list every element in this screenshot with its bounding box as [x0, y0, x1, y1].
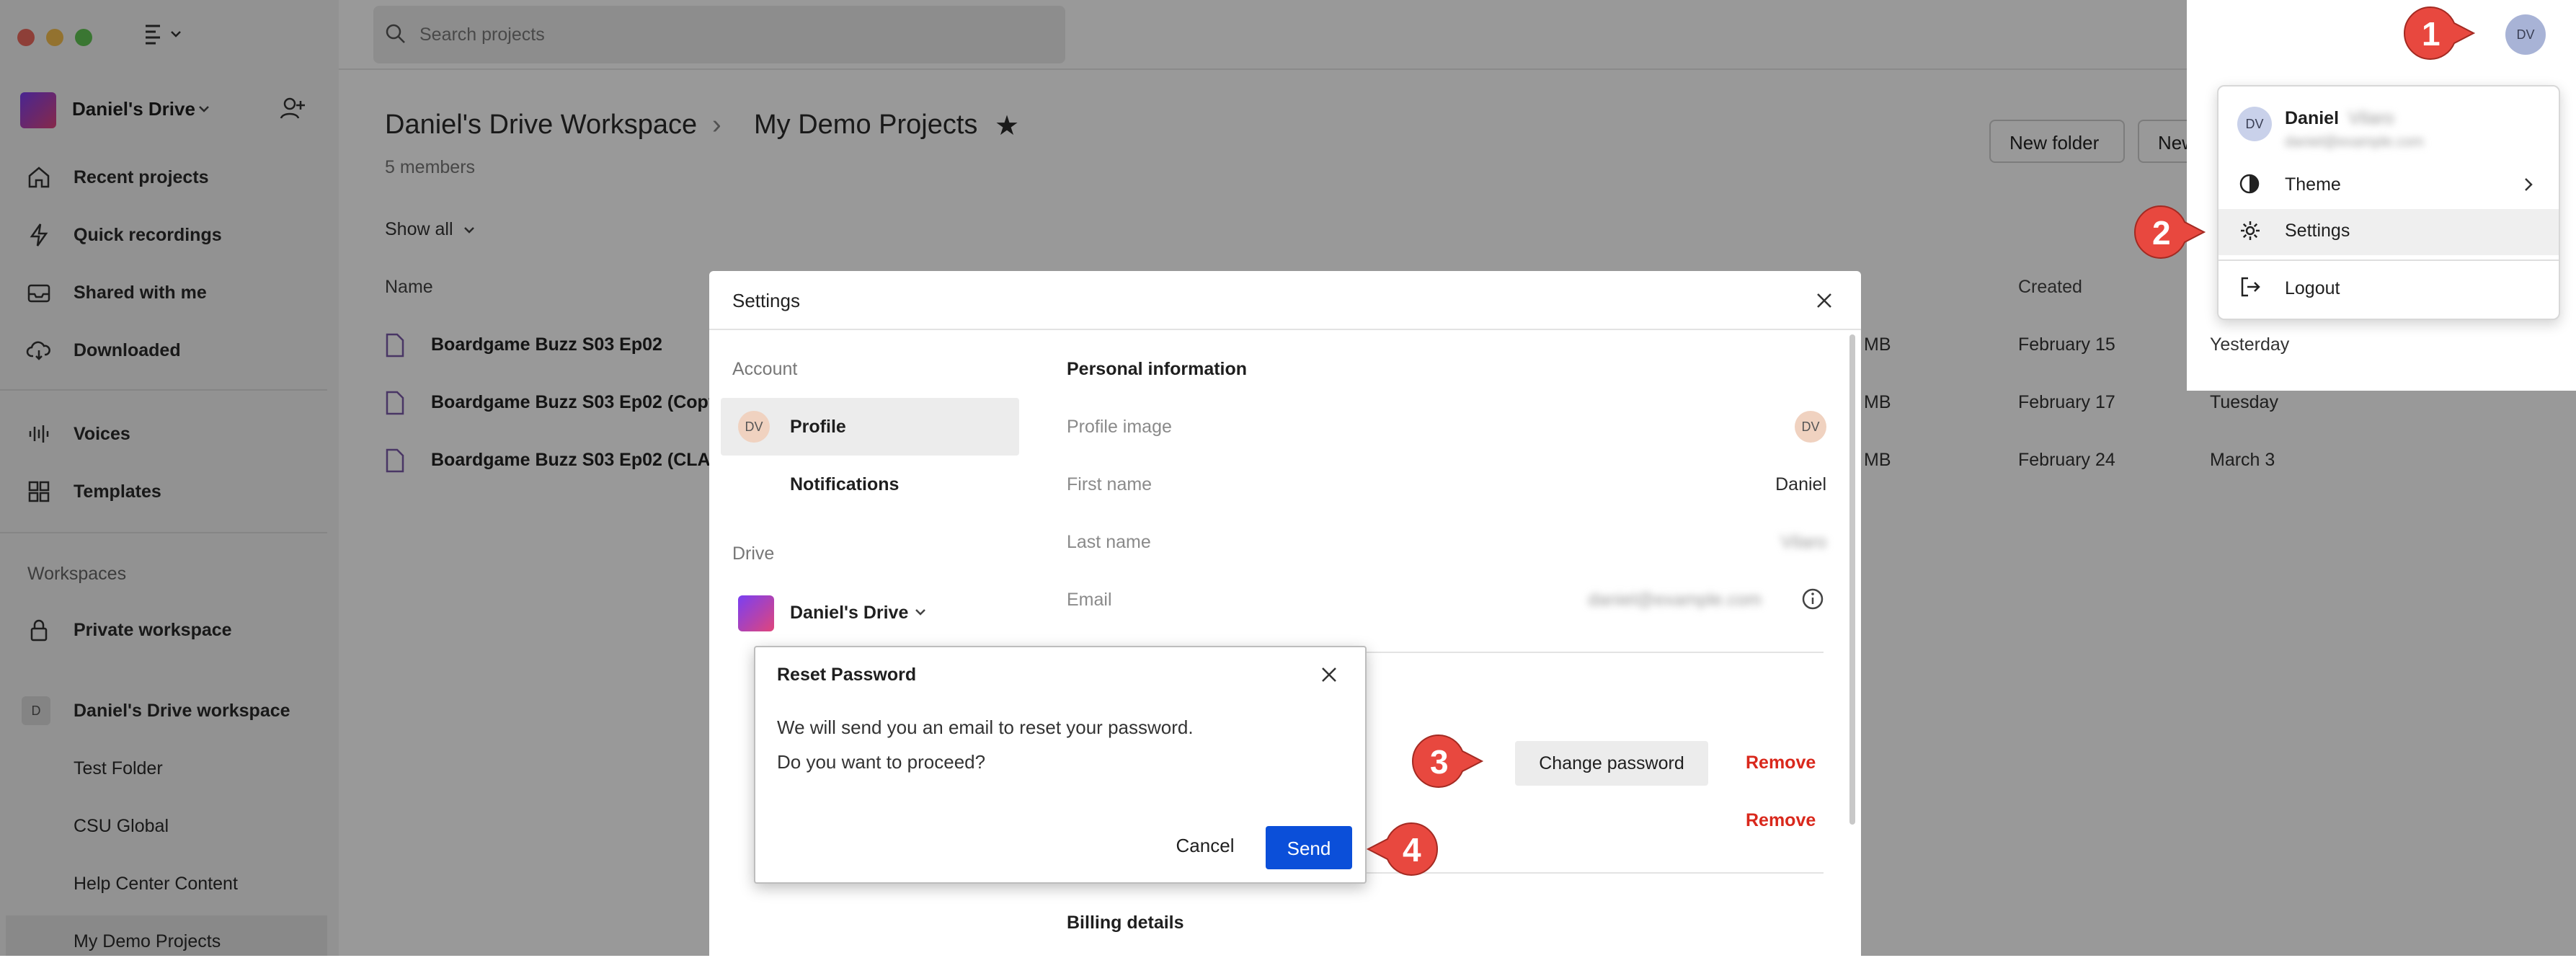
step-number: 4 [1403, 831, 1421, 869]
reset-dialog-title: Reset Password [777, 665, 917, 685]
reset-dialog-message: We will send you an email to reset your … [777, 716, 1194, 738]
cancel-button[interactable]: Cancel [1159, 825, 1251, 866]
drive-selector[interactable]: Daniel's Drive [790, 603, 908, 623]
close-icon[interactable] [1318, 663, 1341, 686]
scrollbar[interactable] [1849, 334, 1855, 825]
chevron-down-icon[interactable] [912, 604, 928, 620]
info-icon[interactable] [1800, 587, 1825, 611]
billing-heading: Billing details [1067, 913, 1184, 933]
profile-image-label: Profile image [1067, 417, 1172, 437]
step-callout-1: 1 [2403, 4, 2476, 62]
email-label: Email [1067, 590, 1112, 610]
gear-icon [2239, 219, 2262, 242]
step-callout-2: 2 [2133, 203, 2206, 261]
remove-button[interactable]: Remove [1746, 753, 1816, 773]
reset-password-dialog: Reset Password We will send you an email… [754, 646, 1367, 884]
logout-icon [2239, 275, 2262, 298]
chevron-right-icon [2520, 176, 2537, 193]
menu-item-settings[interactable]: Settings [2285, 221, 2350, 241]
step-callout-3: 3 [1411, 732, 1484, 790]
step-number: 2 [2152, 214, 2171, 252]
user-name-hidden: Vilaro [2348, 108, 2394, 128]
first-name-label: First name [1067, 474, 1152, 494]
menu-item-logout[interactable]: Logout [2285, 278, 2340, 299]
menu-item-theme[interactable]: Theme [2285, 174, 2341, 195]
user-avatar-button[interactable]: DV [2505, 14, 2546, 55]
step-callout-4: 4 [1366, 820, 1439, 878]
tab-profile[interactable]: Profile [790, 417, 846, 438]
settings-header-divider [709, 329, 1861, 330]
user-name: Daniel [2285, 108, 2340, 128]
close-icon[interactable] [1812, 288, 1836, 313]
settings-title: Settings [732, 290, 800, 311]
reset-dialog-question: Do you want to proceed? [777, 751, 986, 773]
user-email: daniel@example.com [2285, 134, 2424, 150]
change-password-button[interactable]: Change password [1515, 741, 1708, 786]
avatar: DV [2237, 107, 2272, 141]
drive-heading: Drive [732, 543, 775, 564]
theme-icon [2239, 173, 2260, 195]
drive-logo [738, 595, 774, 631]
menu-item-settings-bg [2219, 209, 2559, 255]
avatar: DV [738, 411, 770, 443]
menu-divider [2219, 259, 2559, 261]
remove-button[interactable]: Remove [1746, 810, 1816, 831]
first-name-value[interactable]: Daniel [1646, 474, 1826, 495]
email-value: daniel@example.com [1588, 590, 1762, 610]
personal-info-heading: Personal information [1067, 359, 1248, 379]
account-heading: Account [732, 359, 798, 379]
last-name-label: Last name [1067, 532, 1151, 552]
profile-image-avatar[interactable]: DV [1795, 411, 1826, 443]
step-number: 3 [1430, 743, 1449, 781]
send-button[interactable]: Send [1266, 826, 1352, 869]
last-name-value[interactable]: Vilaro [1646, 532, 1826, 553]
project-modified: Yesterday [2210, 334, 2290, 355]
tab-notifications[interactable]: Notifications [790, 474, 899, 495]
profile-menu: DV Daniel Vilaro daniel@example.com Them… [2217, 85, 2560, 320]
step-number: 1 [2422, 15, 2440, 53]
